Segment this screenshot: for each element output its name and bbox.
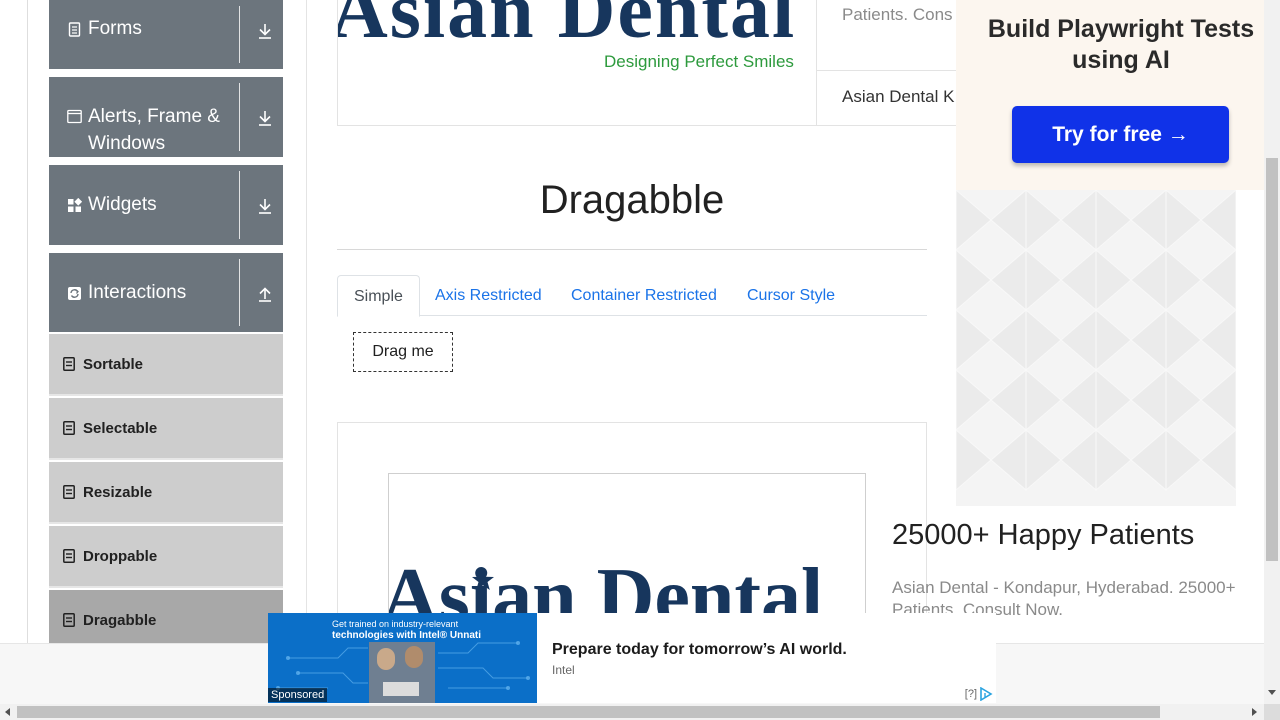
tab-container-restricted[interactable]: Container Restricted [555, 275, 733, 316]
sidebar-group-interactions[interactable]: Interactions [49, 253, 283, 332]
sidebar-item-droppable[interactable]: Droppable [49, 526, 283, 588]
sidebar-group-label: Widgets [88, 194, 157, 215]
separator [239, 6, 240, 63]
widgets-icon [68, 198, 82, 212]
sidebar-group-widgets[interactable]: Widgets [49, 165, 283, 245]
right-ad-title: Build Playwright Tests using AI [987, 15, 1255, 74]
vertical-scrollbar[interactable] [1264, 0, 1280, 704]
sidebar-item-resizable[interactable]: Resizable [49, 462, 283, 524]
banner-photo [369, 642, 435, 703]
window-icon [67, 109, 82, 124]
scroll-down-arrow-icon[interactable] [1268, 690, 1276, 695]
scrollbar-corner [1264, 704, 1280, 720]
ad-side-link[interactable]: Asian Dental K [842, 87, 954, 107]
sidebar-item-label: Droppable [83, 548, 158, 565]
sidebar-group-alerts[interactable]: Alerts, Frame & Windows [49, 77, 283, 157]
banner-image[interactable]: Get trained on industry-relevant technol… [268, 613, 537, 703]
ad-logo-tagline: Designing Perfect Smiles [604, 52, 794, 71]
top-ad-card[interactable]: Asian Dental Designing Perfect Smiles Pa… [337, 0, 957, 126]
horizontal-scrollbar[interactable] [0, 704, 1264, 720]
title-divider [337, 249, 927, 250]
separator [239, 83, 240, 151]
sidebar-group-forms[interactable]: Forms [49, 0, 283, 69]
sidebar-item-sortable[interactable]: Sortable [49, 334, 283, 396]
tab-cursor-style[interactable]: Cursor Style [731, 275, 851, 316]
download-arrow-icon[interactable] [256, 197, 274, 215]
vertical-scrollbar-thumb[interactable] [1266, 158, 1278, 561]
sidebar-divider [306, 0, 307, 643]
right-ad-pattern [956, 190, 1236, 506]
ad-logo[interactable]: Asian Dental Designing Perfect Smiles [338, 0, 816, 125]
banner-headline[interactable]: Prepare today for tomorrow’s AI world. [552, 641, 847, 659]
person-figure [405, 646, 423, 668]
sidebar-item-selectable[interactable]: Selectable [49, 398, 283, 460]
sidebar-group-label: Interactions [88, 282, 187, 303]
list-icon [63, 421, 75, 435]
list-icon [63, 485, 75, 499]
sidebar-item-label: Resizable [83, 484, 153, 501]
laptop-figure [383, 682, 419, 696]
sidebar-item-label: Selectable [83, 420, 158, 437]
tab-axis-restricted[interactable]: Axis Restricted [419, 275, 558, 316]
document-icon [68, 22, 81, 37]
download-arrow-icon[interactable] [256, 22, 274, 40]
ad-logo-text: Asian Dental [338, 0, 797, 55]
separator [239, 171, 240, 239]
left-gutter [0, 0, 28, 643]
horizontal-scrollbar-thumb[interactable] [17, 706, 1160, 718]
drag-me-box[interactable]: Drag me [353, 332, 453, 372]
ad-side-panel: Patients. Cons Asian Dental K [816, 0, 956, 125]
banner-brand: Intel [552, 663, 575, 677]
adchoices-help[interactable]: [?] [965, 688, 977, 700]
sidebar-item-label: Dragabble [83, 612, 157, 629]
separator [239, 259, 240, 326]
sidebar-item-label: Sortable [83, 356, 144, 373]
scroll-left-arrow-icon[interactable] [5, 708, 10, 716]
scroll-right-arrow-icon[interactable] [1252, 708, 1257, 716]
adchoices-icon[interactable] [979, 687, 993, 701]
try-for-free-button[interactable]: Try for free → [1012, 106, 1229, 163]
sidebar-group-label: Alerts, Frame & Windows [88, 106, 220, 154]
sidebar-group-label: Forms [88, 18, 142, 39]
download-arrow-icon[interactable] [256, 109, 274, 127]
list-icon [63, 613, 75, 627]
list-icon [63, 357, 75, 371]
tab-simple[interactable]: Simple [337, 275, 420, 317]
list-icon [63, 549, 75, 563]
sponsored-label: Sponsored [268, 688, 328, 702]
person-figure [377, 648, 395, 670]
triangle-pattern [956, 190, 1236, 492]
sticky-banner-ad[interactable]: Get trained on industry-relevant technol… [268, 613, 996, 703]
interactions-icon [68, 287, 81, 300]
adchoices[interactable]: [?] [965, 687, 993, 701]
divider [817, 70, 956, 71]
ad-side-text: Patients. Cons [842, 5, 953, 24]
right-ad[interactable]: Build Playwright Tests using AI Try for … [956, 0, 1264, 190]
bottom-ad-headline[interactable]: 25000+ Happy Patients [892, 519, 1194, 552]
tab-list: Simple Axis Restricted Container Restric… [337, 275, 927, 317]
upload-arrow-icon[interactable] [256, 285, 274, 303]
page-title: Dragabble [539, 178, 725, 222]
